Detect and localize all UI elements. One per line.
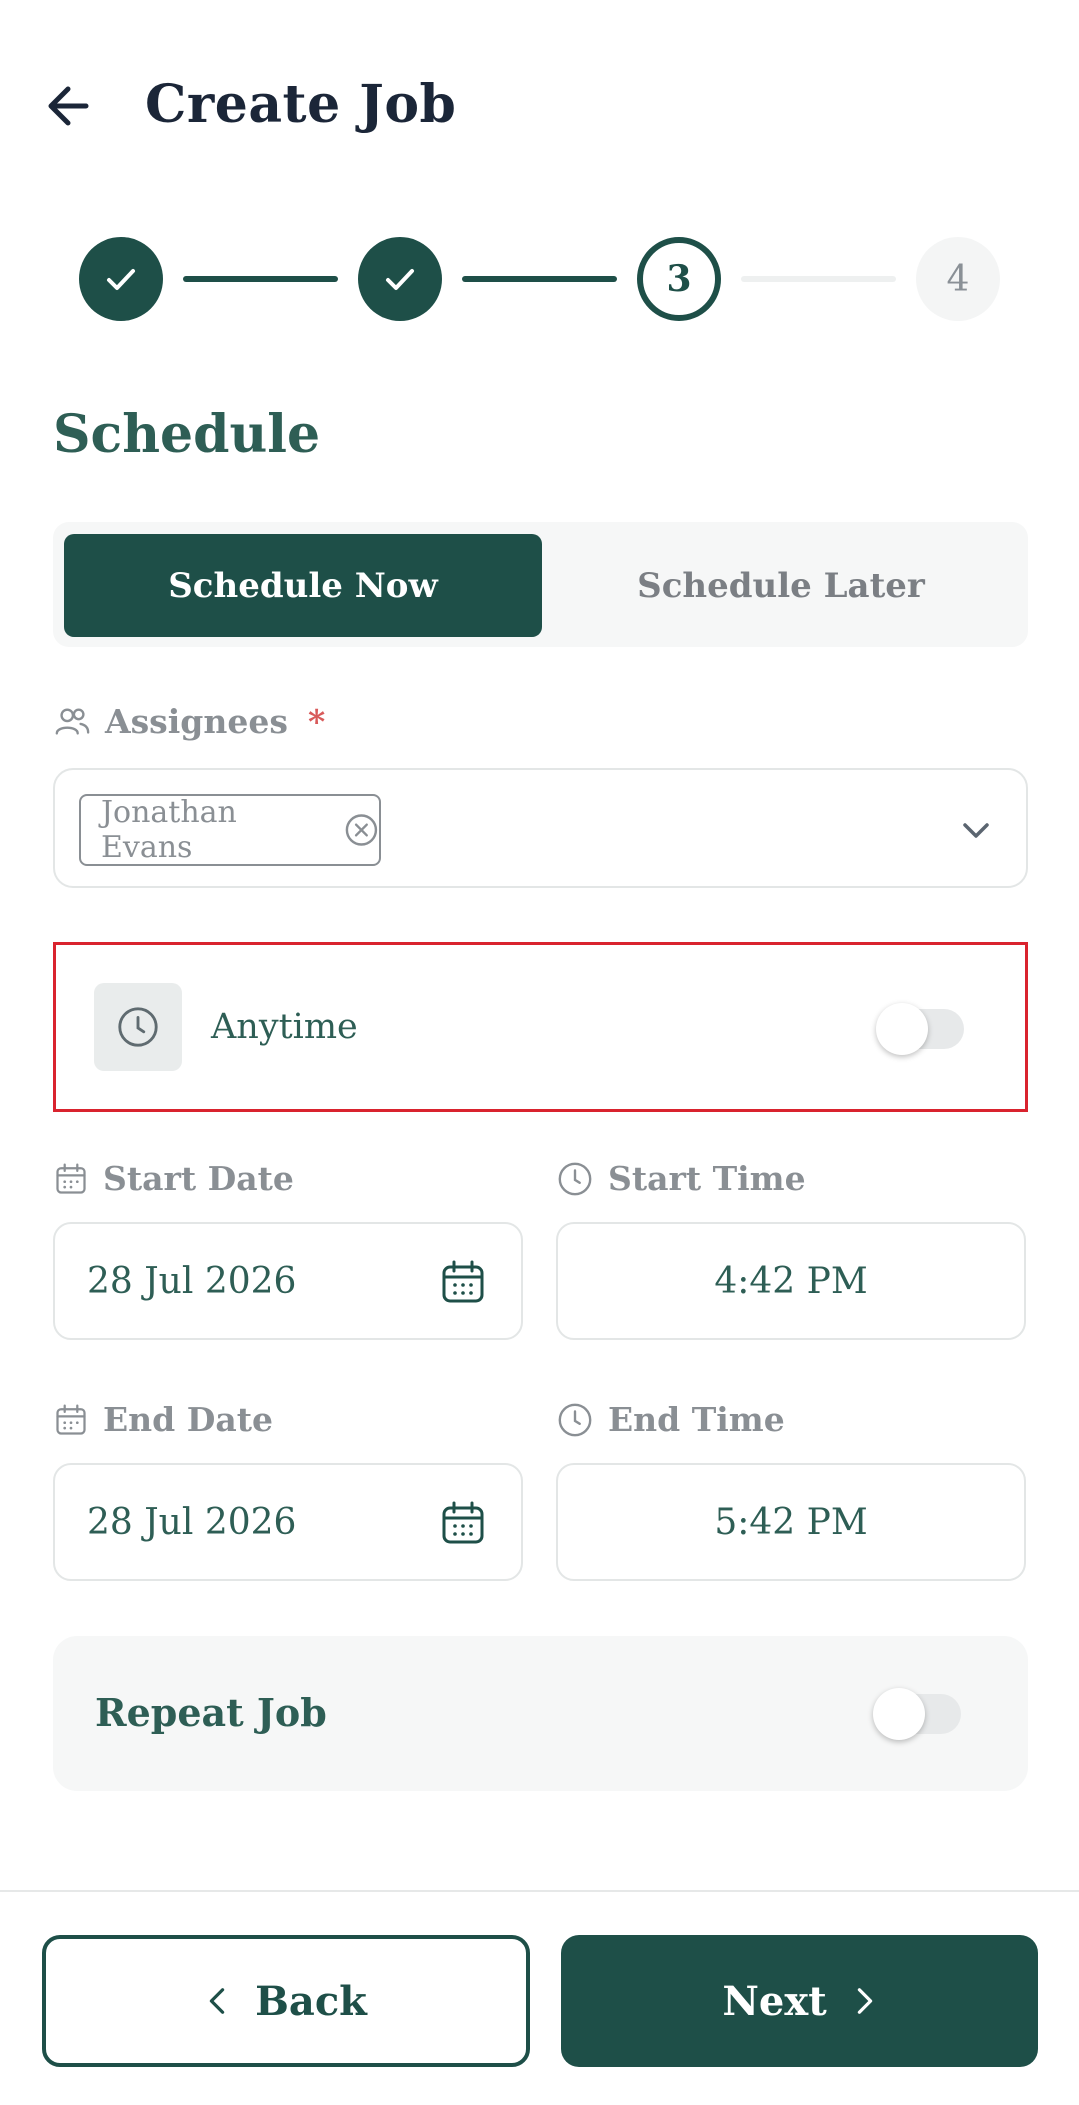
back-arrow-icon[interactable] [42,78,98,134]
step-2-completed [358,237,442,321]
repeat-job-card: Repeat Job [53,1636,1028,1791]
end-time-label: End Time [556,1400,785,1439]
assignee-chip: Jonathan Evans [79,794,381,866]
assignees-label-text: Assignees [105,702,288,741]
back-button[interactable]: Back [42,1935,530,2067]
next-button-label: Next [722,1977,827,2025]
step-connector [462,276,617,282]
end-time-value: 5:42 PM [714,1501,868,1543]
anytime-toggle[interactable] [876,1003,964,1055]
step-3-current: 3 [637,237,721,321]
start-date-label-text: Start Date [103,1159,294,1198]
end-date-input[interactable]: 28 Jul 2026 [53,1463,523,1581]
schedule-now-tab[interactable]: Schedule Now [64,534,542,637]
end-time-label-text: End Time [608,1400,785,1439]
toggle-knob [876,1003,928,1055]
section-title: Schedule [53,404,321,465]
next-button[interactable]: Next [561,1935,1038,2067]
step-4-upcoming: 4 [916,237,1000,321]
clock-icon [94,983,182,1071]
checkmark-icon [107,269,135,290]
start-time-value: 4:42 PM [714,1260,868,1302]
calendar-icon [56,1162,86,1194]
assignees-label: Assignees * [53,702,325,741]
repeat-job-toggle[interactable] [873,1688,961,1740]
calendar-icon [56,1403,86,1435]
start-date-label: Start Date [53,1159,294,1198]
back-button-label: Back [255,1977,367,2025]
users-icon [55,707,90,735]
step-1-completed [79,237,163,321]
end-time-input[interactable]: 5:42 PM [556,1463,1026,1581]
start-time-label: Start Time [556,1159,806,1198]
clock-icon [558,1403,592,1436]
remove-circle-x-icon[interactable] [344,812,379,848]
assignee-chip-label: Jonathan Evans [101,795,237,865]
step-connector [741,276,896,282]
chevron-right-icon [857,1988,872,2014]
end-date-label-text: End Date [103,1400,273,1439]
chevron-left-icon [209,1988,225,2014]
footer-divider [0,1890,1079,1892]
toggle-knob [873,1688,925,1740]
chevron-down-icon[interactable] [956,810,996,850]
checkmark-icon [386,269,414,290]
anytime-row: Anytime [53,942,1028,1112]
step-connector [183,276,338,282]
start-date-value: 28 Jul 2026 [87,1260,297,1302]
calendar-icon[interactable] [439,1499,487,1547]
start-time-input[interactable]: 4:42 PM [556,1222,1026,1340]
calendar-icon[interactable] [439,1258,487,1306]
start-time-label-text: Start Time [608,1159,806,1198]
page-title: Create Job [145,74,457,135]
clock-icon [558,1162,592,1195]
end-date-value: 28 Jul 2026 [87,1501,297,1543]
schedule-mode-segmented-control: Schedule Now Schedule Later [53,522,1028,647]
schedule-later-tab[interactable]: Schedule Later [542,534,1020,637]
start-date-input[interactable]: 28 Jul 2026 [53,1222,523,1340]
required-mark: * [307,702,326,741]
assignees-select[interactable]: Jonathan Evans [53,768,1028,888]
repeat-job-label: Repeat Job [95,1690,327,1735]
anytime-label: Anytime [211,1007,358,1047]
end-date-label: End Date [53,1400,273,1439]
